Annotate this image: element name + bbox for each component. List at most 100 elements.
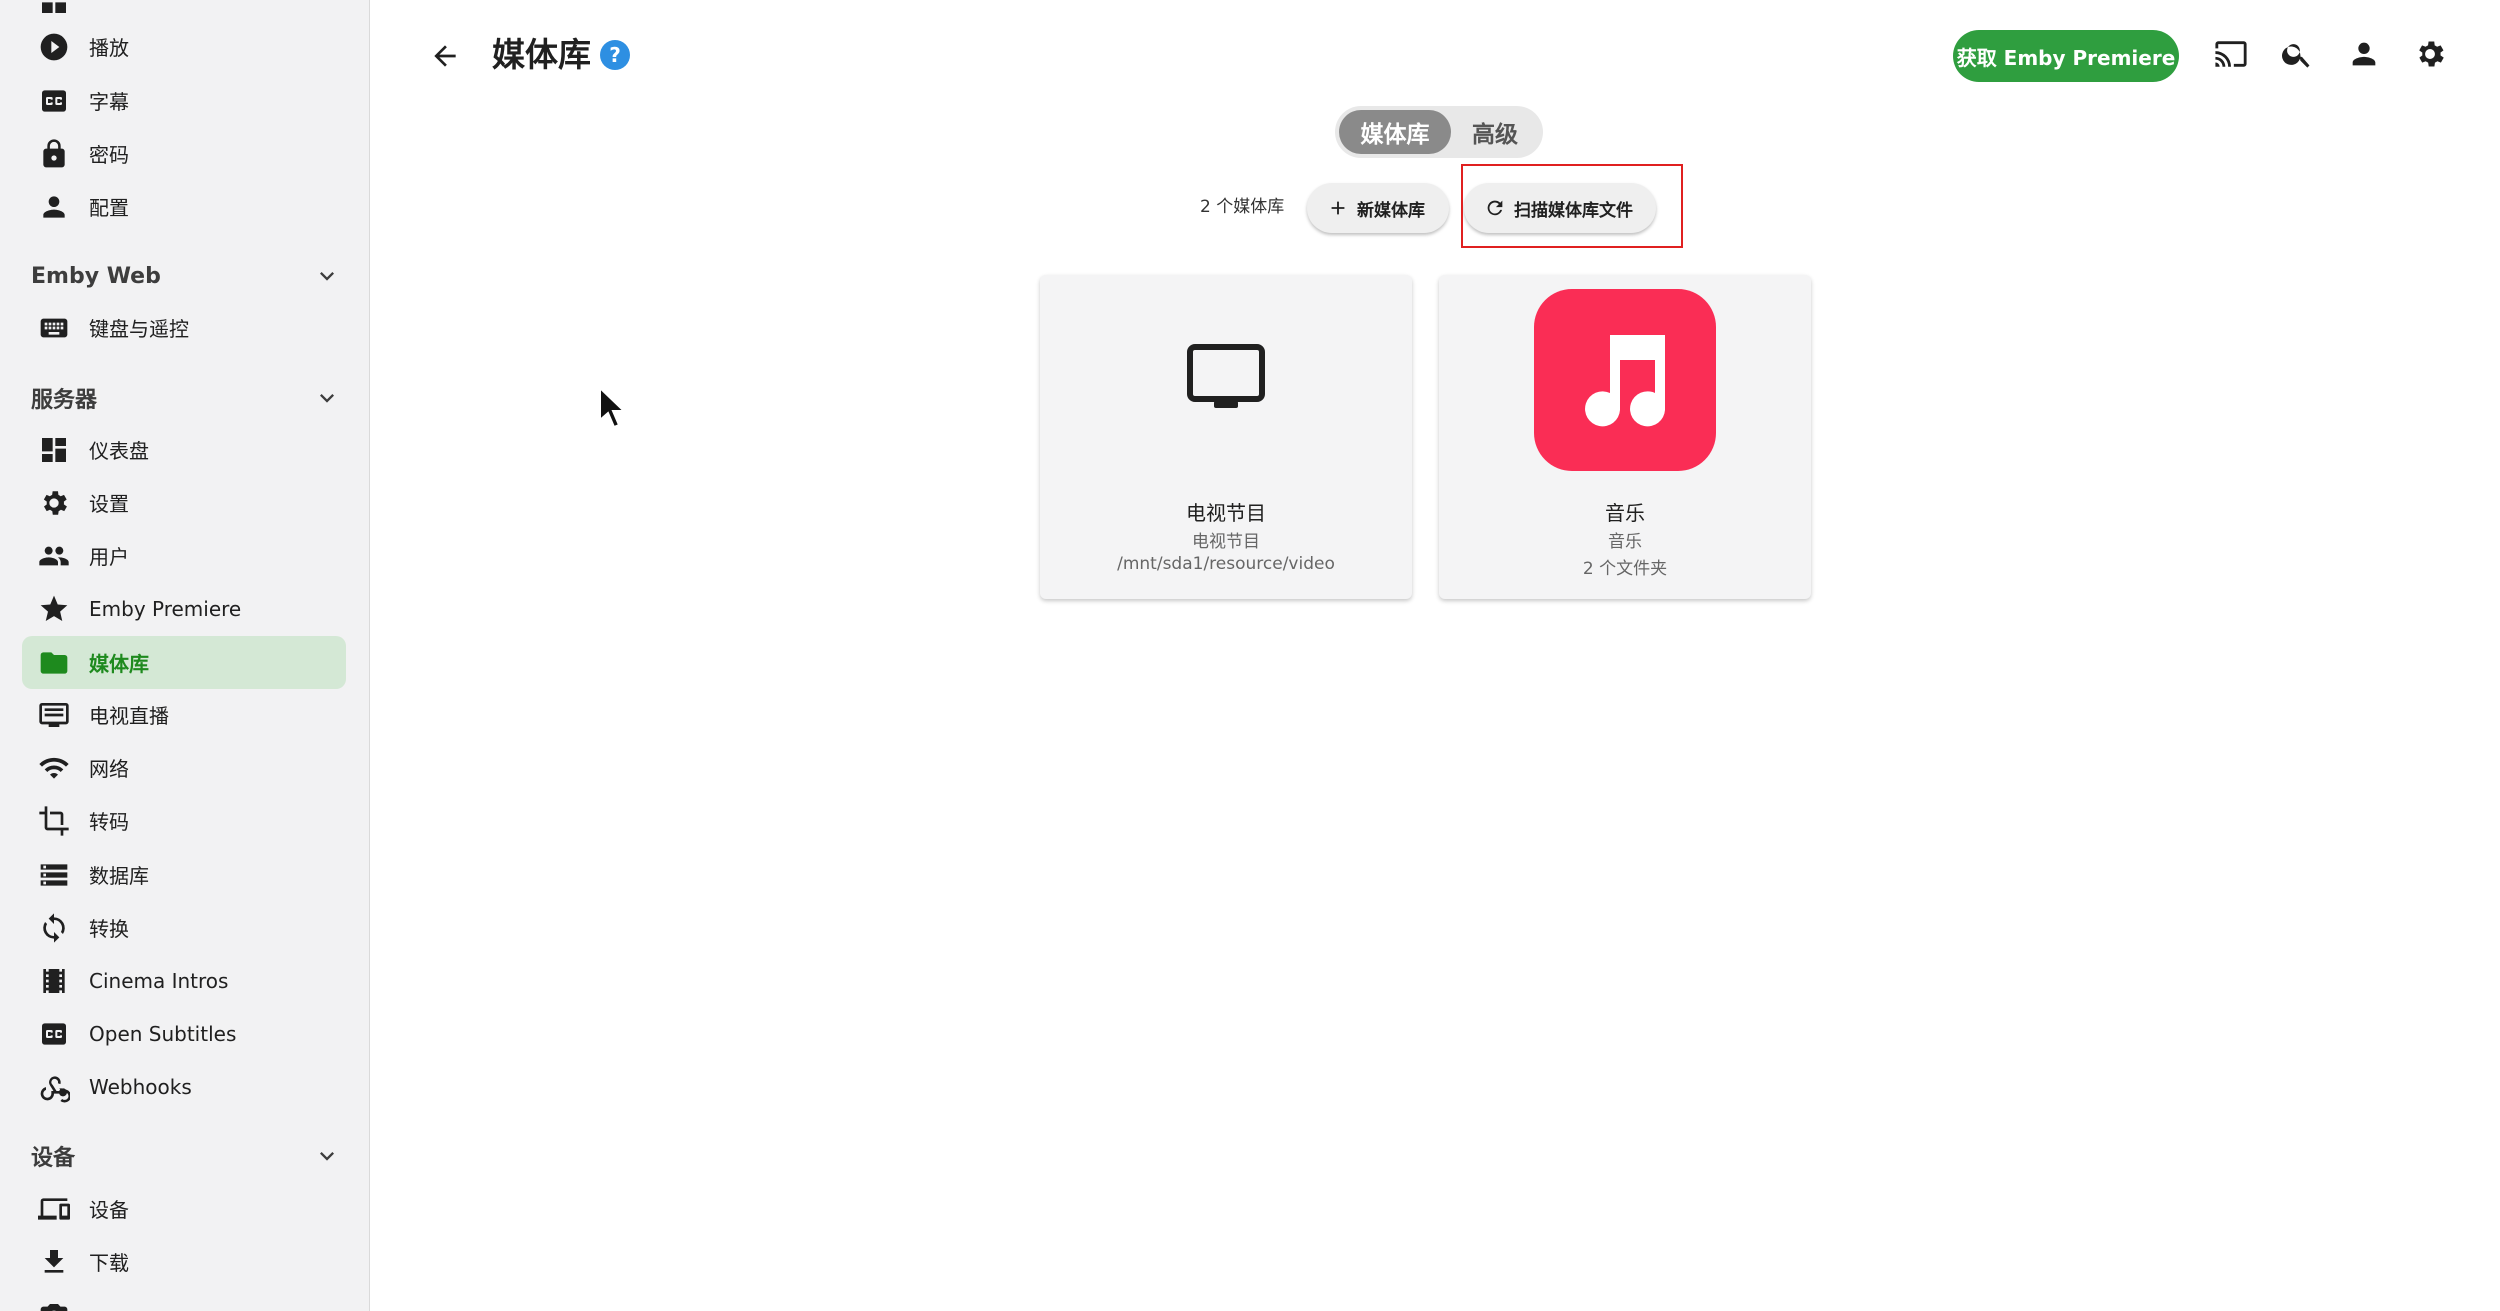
sidebar-item-label: 数据库 — [89, 864, 149, 888]
sidebar-item-cinema-intros[interactable]: Cinema Intros — [22, 954, 346, 1007]
music-note-icon — [1585, 335, 1665, 427]
library-name: 音乐 — [1605, 501, 1645, 525]
sidebar-item-label: 配置 — [89, 196, 129, 220]
camera-icon — [34, 1296, 74, 1311]
chevron-down-icon — [313, 1142, 341, 1170]
cast-button[interactable] — [2206, 33, 2256, 79]
sidebar-item-devices[interactable]: 设备 — [22, 1182, 346, 1235]
users-icon — [34, 536, 74, 576]
library-type: 电视节目 — [1192, 532, 1260, 552]
sidebar-item-label: 用户 — [89, 545, 129, 569]
sidebar-item-label: Emby Premiere — [89, 596, 242, 621]
library-card-tv[interactable]: 电视节目 电视节目 /mnt/sda1/resource/video — [1040, 275, 1412, 599]
add-library-button[interactable]: 新媒体库 — [1307, 183, 1449, 233]
sidebar-item-label: 密码 — [89, 143, 129, 167]
plus-icon — [1331, 201, 1345, 215]
search-button[interactable] — [2272, 33, 2322, 79]
person-icon — [34, 187, 74, 227]
sidebar: 播放 字幕 密码 配置 Emby Web 键盘与遥控 服务器 仪表盘 设置 用户… — [0, 0, 370, 1311]
wifi-icon — [34, 748, 74, 788]
sidebar-item-label: 电视直播 — [89, 704, 169, 728]
sidebar-item-label: 转码 — [89, 810, 129, 834]
closed-caption-icon — [34, 1014, 74, 1054]
back-button[interactable] — [420, 33, 470, 83]
sidebar-item-label: 字幕 — [89, 90, 129, 114]
app-window: 播放 字幕 密码 配置 Emby Web 键盘与遥控 服务器 仪表盘 设置 用户… — [0, 0, 2500, 1311]
sidebar-item-dashboard[interactable]: 仪表盘 — [22, 423, 346, 476]
sidebar-item-label: 键盘与遥控 — [89, 317, 189, 341]
sidebar-item-keyboard[interactable]: 键盘与遥控 — [22, 301, 346, 354]
database-icon — [34, 855, 74, 895]
music-tile — [1534, 289, 1716, 471]
sidebar-item-label: 设备 — [89, 1198, 129, 1222]
section-server[interactable]: 服务器 — [31, 376, 341, 420]
sidebar-item-library[interactable]: 媒体库 — [22, 636, 346, 689]
sidebar-item-webhooks[interactable]: Webhooks — [22, 1060, 346, 1113]
sidebar-item-database[interactable]: 数据库 — [22, 848, 346, 901]
gear-icon — [2413, 37, 2447, 75]
section-title: Emby Web — [31, 263, 161, 289]
sidebar-item-users[interactable]: 用户 — [22, 529, 346, 582]
library-type: 音乐 — [1608, 532, 1642, 552]
cast-icon — [2214, 37, 2248, 75]
scan-library-button[interactable]: 扫描媒体库文件 — [1464, 183, 1656, 233]
sidebar-item-settings[interactable]: 设置 — [22, 476, 346, 529]
sidebar-item-playback[interactable]: 播放 — [22, 20, 346, 73]
sidebar-item-subtitles[interactable]: 字幕 — [22, 74, 346, 127]
sidebar-item-label: Cinema Intros — [89, 968, 229, 993]
sidebar-item-transcoding[interactable]: 转码 — [22, 794, 346, 847]
sidebar-item-live-tv[interactable]: 电视直播 — [22, 688, 346, 741]
section-title: 服务器 — [31, 388, 98, 413]
sync-icon — [34, 908, 74, 948]
section-devices[interactable]: 设备 — [31, 1134, 341, 1178]
sidebar-item-label: 网络 — [89, 757, 129, 781]
sidebar-item-conversion[interactable]: 转换 — [22, 901, 346, 954]
sidebar-item-downloads[interactable]: 下载 — [22, 1235, 346, 1288]
sidebar-item-password[interactable]: 密码 — [22, 127, 346, 180]
sidebar-item-label: Webhooks — [89, 1074, 192, 1099]
sidebar-item-label: 仪表盘 — [89, 439, 149, 463]
devices-icon — [34, 1189, 74, 1229]
settings-button[interactable] — [2405, 33, 2455, 79]
sidebar-item-network[interactable]: 网络 — [22, 741, 346, 794]
section-emby-web[interactable]: Emby Web — [31, 254, 341, 298]
sidebar-item-label: 转换 — [89, 917, 129, 941]
download-icon — [34, 1242, 74, 1282]
help-icon[interactable]: ? — [600, 40, 630, 70]
card-thumbnail — [1040, 275, 1412, 485]
tab-advanced[interactable]: 高级 — [1451, 110, 1539, 154]
library-card-music[interactable]: 音乐 音乐 2 个文件夹 — [1439, 275, 1811, 599]
search-icon — [2280, 37, 2314, 75]
user-button[interactable] — [2339, 33, 2389, 79]
library-path: /mnt/sda1/resource/video — [1117, 554, 1335, 574]
sidebar-item-emby-premiere[interactable]: Emby Premiere — [22, 582, 346, 635]
add-library-label: 新媒体库 — [1357, 200, 1425, 221]
refresh-icon — [1487, 200, 1503, 216]
arrow-left-icon — [429, 40, 461, 76]
star-icon — [34, 589, 74, 629]
scan-library-label: 扫描媒体库文件 — [1514, 200, 1633, 221]
person-icon — [2347, 37, 2381, 75]
library-count: 2 个媒体库 — [1200, 197, 1285, 217]
sidebar-item-partial-bottom[interactable] — [22, 1289, 346, 1311]
folder-icon — [34, 643, 74, 683]
get-premiere-button[interactable]: 获取 Emby Premiere — [1953, 30, 2179, 82]
live-tv-icon — [34, 695, 74, 735]
webhook-icon — [34, 1067, 74, 1107]
sidebar-item-profile[interactable]: 配置 — [22, 180, 346, 233]
closed-caption-icon — [34, 81, 74, 121]
grid-icon — [34, 0, 74, 21]
sidebar-item-label: 播放 — [89, 36, 129, 60]
crop-icon — [34, 801, 74, 841]
keyboard-icon — [34, 308, 74, 348]
tab-libraries[interactable]: 媒体库 — [1339, 110, 1451, 154]
section-title: 设备 — [31, 1146, 76, 1171]
tab-bar: 媒体库 高级 — [1335, 106, 1543, 158]
sidebar-item-label: 下载 — [89, 1251, 129, 1275]
library-name: 电视节目 — [1186, 501, 1266, 525]
gear-icon — [34, 483, 74, 523]
mouse-cursor-icon — [599, 386, 627, 429]
sidebar-item-open-subtitles[interactable]: Open Subtitles — [22, 1007, 346, 1060]
dashboard-icon — [34, 430, 74, 470]
chevron-down-icon — [313, 262, 341, 290]
